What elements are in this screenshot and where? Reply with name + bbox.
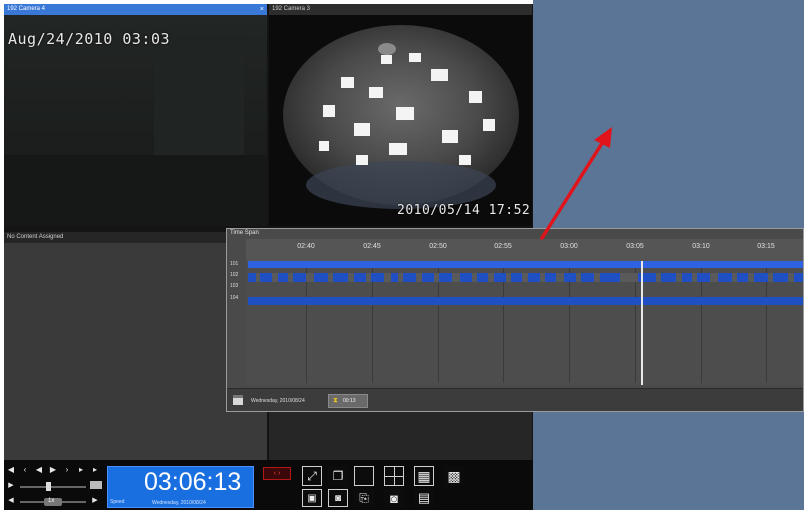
tick-0255: 02:55 [494, 243, 512, 250]
skip-back-icon[interactable]: ◀ [6, 465, 16, 475]
fullscreen-icon[interactable]: ⤢ [302, 466, 322, 486]
tick-0315: 03:15 [757, 243, 775, 250]
camera-2-timestamp: 2010/05/14 17:52 [397, 203, 531, 218]
rewind-icon[interactable]: ◀ [34, 465, 44, 475]
hourglass-icon: ⧗ [333, 397, 338, 404]
camera-pane-1[interactable]: 192 Camera 4 × Aug/24/2010 03:03 [4, 4, 267, 226]
red-arrow-annotation [540, 127, 612, 240]
slow-icon[interactable]: ◀ [6, 496, 16, 506]
camera-pane-2-title: 192 Camera 3 [269, 4, 532, 15]
camera-1-timestamp: Aug/24/2010 03:03 [8, 30, 171, 48]
camera-pane-1-title: 192 Camera 4 [4, 4, 267, 15]
tick-0245: 02:45 [363, 243, 381, 250]
fast-forward-icon[interactable] [90, 481, 102, 489]
layout-3x3-icon[interactable]: ▦ [414, 466, 434, 486]
tick-0310: 03:10 [692, 243, 710, 250]
track-102-recording[interactable] [248, 273, 803, 282]
time-span-rate-label: 00:13 [343, 398, 356, 404]
step-back-icon[interactable]: ‹ [20, 465, 30, 475]
fast-icon[interactable]: ▶ [90, 496, 100, 506]
time-span-footer [227, 388, 803, 411]
delete-trash-icon[interactable]: ▤ [414, 489, 434, 507]
playhead-cursor[interactable] [641, 261, 643, 385]
tick-0240: 02:40 [297, 243, 315, 250]
transport-controls: ◀ ‹ ◀ ▶ › ▸ ▸ ▶ ◀ 1x ▶ [6, 465, 102, 507]
time-span-title: Time Span [230, 230, 259, 236]
time-ruler[interactable] [246, 239, 803, 261]
time-span-panel: Time Span 02:40 02:45 02:50 02:55 03:00 … [226, 228, 804, 412]
clock-display: 03:06:13 Speed Wednesday, 2010/08/24 [107, 466, 254, 508]
track-label-102: 102 [230, 272, 239, 278]
clock-speed-label: Speed [110, 499, 125, 505]
layout-2x2-icon[interactable] [384, 466, 404, 486]
time-span-date: Wednesday, 2010/08/24 [251, 398, 305, 404]
track-104-recording[interactable] [248, 297, 803, 305]
speed-value: 1x [48, 498, 55, 504]
camera-2-fisheye-video [269, 15, 532, 226]
record-icon[interactable]: ▣ [302, 489, 322, 507]
time-span-rate-button[interactable]: ⧗ 00:13 [328, 394, 368, 408]
stop-icon[interactable]: ◙ [328, 489, 348, 507]
skip-forward-icon[interactable]: ▸ [76, 465, 86, 475]
play-small-icon[interactable]: ▶ [6, 481, 16, 491]
track-101-recording[interactable] [248, 261, 803, 268]
calendar-icon[interactable] [233, 395, 243, 405]
layout-custom-icon[interactable]: ▩ [444, 466, 464, 486]
play-icon[interactable]: ▶ [48, 465, 58, 475]
clock-date: Wednesday, 2010/08/24 [152, 500, 206, 506]
copy-layout-icon[interactable]: ❐ [328, 466, 348, 486]
camera-1-close-icon[interactable]: × [260, 4, 264, 15]
track-label-101: 101 [230, 261, 239, 267]
tick-0250: 02:50 [429, 243, 447, 250]
end-icon[interactable]: ▸ [90, 465, 100, 475]
clock-time: 03:06:13 [144, 468, 242, 496]
position-slider[interactable] [20, 486, 86, 488]
tick-0305: 03:05 [626, 243, 644, 250]
snapshot-camera-icon[interactable]: ◙ [384, 489, 404, 507]
position-slider-thumb[interactable] [46, 482, 51, 491]
camera-pane-2[interactable]: 192 Camera 3 2010/05/14 17:52 [269, 4, 532, 226]
speed-slider-thumb[interactable]: 1x [44, 498, 62, 506]
layout-1x1-icon[interactable] [354, 466, 374, 486]
track-label-103: 103 [230, 283, 239, 289]
track-label-104: 104 [230, 295, 239, 301]
step-forward-icon[interactable]: › [62, 465, 72, 475]
export-icon[interactable]: ⎘ [354, 489, 374, 507]
event-nav-buttons[interactable]: ‹ › [263, 467, 291, 480]
